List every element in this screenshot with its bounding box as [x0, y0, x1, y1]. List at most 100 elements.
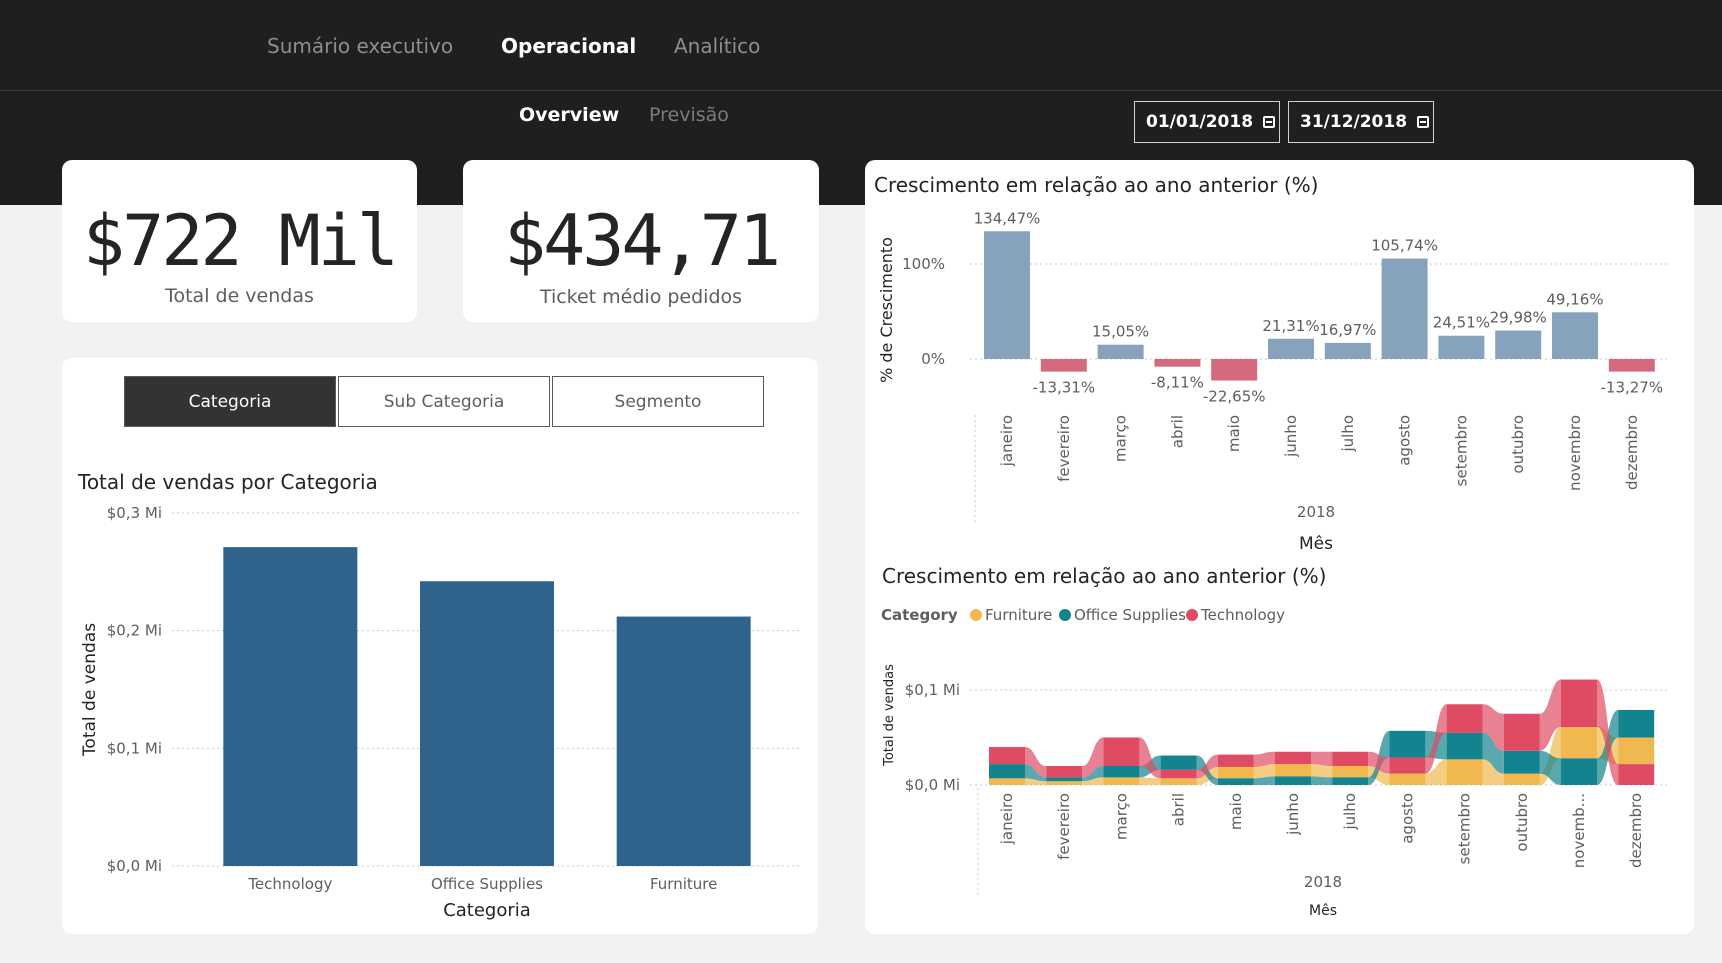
legend-marker[interactable]	[1186, 609, 1198, 621]
subtab-overview[interactable]: Overview	[519, 104, 619, 126]
kpi-total-sales-label: Total de vendas	[165, 285, 314, 307]
stack-segment[interactable]	[1160, 769, 1197, 779]
bar[interactable]	[1495, 330, 1542, 359]
ribbon[interactable]	[1311, 751, 1333, 766]
tab-operacional[interactable]: Operacional	[501, 34, 636, 58]
stack-segment[interactable]	[1332, 777, 1369, 785]
stack-segment[interactable]	[1561, 758, 1597, 785]
end-date-input[interactable]: 31/12/2018	[1288, 101, 1434, 143]
bar[interactable]	[420, 581, 554, 866]
stack-segment[interactable]	[1389, 730, 1426, 758]
stack-segment[interactable]	[1446, 704, 1483, 733]
start-date-input[interactable]: 01/01/2018	[1134, 101, 1280, 143]
stack-segment[interactable]	[1275, 776, 1311, 785]
tab-analitico[interactable]: Analítico	[674, 34, 760, 58]
bar[interactable]	[1040, 359, 1087, 372]
kpi-card-avg-ticket: $434,71 Ticket médio pedidos	[463, 160, 819, 322]
stack-segment[interactable]	[1503, 773, 1540, 785]
subtab-previsao[interactable]: Previsão	[649, 104, 729, 126]
data-label: 24,51%	[1433, 314, 1490, 332]
stack-segment[interactable]	[1332, 766, 1369, 778]
stack-segment[interactable]	[1446, 759, 1483, 785]
data-label: 21,31%	[1262, 317, 1319, 335]
stack-segment[interactable]	[1103, 777, 1140, 785]
stack-segment[interactable]	[1618, 709, 1655, 738]
data-label: 134,47%	[974, 209, 1041, 227]
legend-marker[interactable]	[1059, 609, 1071, 621]
stack-segment[interactable]	[1389, 757, 1426, 774]
bar[interactable]	[1154, 359, 1201, 367]
data-label: 49,16%	[1546, 290, 1603, 308]
data-label: -22,65%	[1203, 388, 1266, 406]
stack-segment[interactable]	[1275, 751, 1311, 765]
y-tick-label: 100%	[902, 255, 945, 273]
ribbon[interactable]	[1311, 764, 1333, 778]
stack-segment[interactable]	[1332, 751, 1369, 766]
stack-segment[interactable]	[989, 778, 1025, 785]
ribbon-chart: Category Furniture Office Supplies Technolo…	[881, 606, 1670, 919]
bar[interactable]	[1324, 342, 1371, 359]
stack-segment[interactable]	[989, 747, 1025, 765]
bar[interactable]	[1381, 258, 1428, 359]
stack-segment[interactable]	[989, 764, 1025, 779]
stack-segment[interactable]	[1103, 737, 1140, 767]
stack-segment[interactable]	[1503, 713, 1540, 751]
stack-segment[interactable]	[1618, 764, 1655, 785]
stack-segment[interactable]	[1561, 679, 1597, 728]
tab-sumario-executivo[interactable]: Sumário executivo	[267, 34, 453, 58]
stack-segment[interactable]	[1389, 773, 1426, 785]
stack-segment[interactable]	[1046, 766, 1083, 778]
x-axis-label: Mês	[1299, 534, 1333, 554]
bar[interactable]	[1268, 338, 1314, 359]
segment-button-categoria[interactable]: Categoria	[124, 376, 336, 427]
legend-marker[interactable]	[970, 609, 982, 621]
data-label: -13,27%	[1600, 379, 1663, 397]
chart-title-sales-by-category: Total de vendas por Categoria	[78, 470, 378, 494]
bar[interactable]	[223, 547, 358, 866]
bar[interactable]	[616, 616, 751, 866]
stack-segment[interactable]	[1217, 754, 1254, 767]
kpi-total-sales-value: $722 Mil	[82, 200, 399, 282]
y-tick-label: $0,1 Mi	[107, 739, 162, 757]
bar[interactable]	[1438, 335, 1485, 359]
ribbon[interactable]	[1311, 776, 1333, 785]
data-label: -13,31%	[1032, 379, 1095, 397]
chart-title-growth-by-category: Crescimento em relação ao ano anterior (…	[882, 564, 1327, 588]
bar[interactable]	[1211, 359, 1258, 381]
legend-label[interactable]: Furniture	[985, 606, 1052, 624]
data-label: -8,11%	[1151, 374, 1204, 392]
data-label: 16,97%	[1319, 321, 1376, 339]
stack-segment[interactable]	[1103, 766, 1140, 778]
legend-label[interactable]: Technology	[1200, 606, 1285, 624]
bar[interactable]	[1552, 312, 1598, 359]
data-label: 29,98%	[1490, 309, 1547, 327]
bar[interactable]	[1097, 344, 1144, 359]
legend-title: Category	[881, 606, 958, 624]
stack-segment[interactable]	[1446, 732, 1483, 760]
segment-button-segmento[interactable]: Segmento	[552, 376, 764, 427]
legend-label[interactable]: Office Supplies	[1074, 606, 1186, 624]
segment-button-sub-categoria[interactable]: Sub Categoria	[338, 376, 550, 427]
stack-segment[interactable]	[1046, 777, 1083, 782]
stack-segment[interactable]	[1503, 750, 1540, 774]
x-tick-label: maio	[1225, 415, 1243, 452]
stack-segment[interactable]	[1275, 764, 1311, 777]
stack-segment[interactable]	[1046, 781, 1083, 785]
stack-segment[interactable]	[1561, 727, 1597, 759]
calendar-icon[interactable]	[1263, 116, 1276, 128]
start-date-value: 01/01/2018	[1146, 112, 1254, 132]
bar[interactable]	[1608, 359, 1655, 372]
bar[interactable]	[984, 231, 1030, 359]
x-tick-label: abril	[1170, 793, 1188, 826]
stack-segment[interactable]	[1618, 737, 1655, 765]
x-tick-label: maio	[1227, 793, 1245, 830]
y-axis-label: % de Crescimento	[877, 237, 896, 383]
stack-segment[interactable]	[1217, 778, 1254, 785]
calendar-icon[interactable]	[1417, 116, 1430, 128]
x-tick-label: março	[1112, 415, 1130, 462]
stack-segment[interactable]	[1160, 755, 1197, 770]
ribbon[interactable]	[1139, 777, 1161, 785]
stack-segment[interactable]	[1217, 766, 1254, 779]
stack-segment[interactable]	[1160, 778, 1197, 785]
sales-by-category-chart: $0,0 Mi $0,1 Mi $0,2 Mi $0,3 Mi Technology Of…	[80, 504, 802, 921]
